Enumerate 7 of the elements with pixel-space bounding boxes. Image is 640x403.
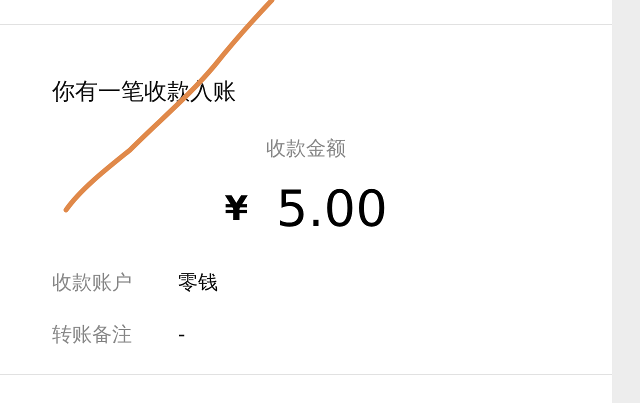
detail-value: 零钱 [178,269,218,296]
currency-symbol: ¥ [224,188,248,231]
detail-label: 收款账户 [52,269,133,296]
detail-value: - [178,321,186,348]
amount-label: 收款金额 [265,135,347,162]
detail-label: 转账备注 [52,321,133,348]
amount-value: 5.00 [276,179,388,240]
